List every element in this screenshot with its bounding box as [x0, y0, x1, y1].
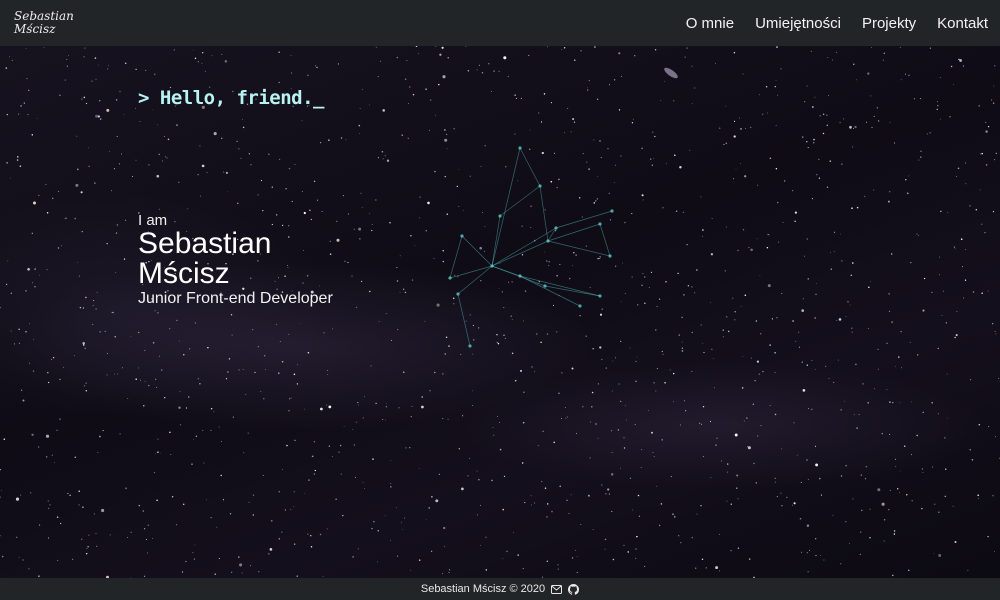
footer-copyright: Sebastian Mścisz © 2020 — [420, 583, 546, 595]
nav-link-umiejetnosci[interactable]: Umiejętności — [755, 15, 841, 32]
nav-link-projekty[interactable]: Projekty — [862, 15, 916, 32]
brand-line-2: Mścisz — [14, 22, 56, 36]
name-heading: Sebastian Mścisz — [138, 229, 333, 289]
envelope-icon[interactable] — [551, 584, 563, 594]
github-icon[interactable] — [568, 583, 580, 595]
intro-block: I am Sebastian Mścisz Junior Front-end D… — [138, 212, 333, 308]
greeting-text: > Hello, friend._ — [138, 87, 324, 109]
name-line-2: Mścisz — [138, 257, 230, 290]
brand-logo[interactable]: Sebastian Mścisz — [14, 10, 74, 36]
top-navbar: Sebastian Mścisz O mnie Umiejętności Pro… — [0, 0, 1000, 46]
constellation-graphic — [448, 146, 614, 348]
main-nav: O mnie Umiejętności Projekty Kontakt — [665, 0, 988, 46]
nav-link-o-mnie[interactable]: O mnie — [686, 15, 734, 32]
footer: Sebastian Mścisz © 2020 — [0, 578, 1000, 600]
nav-link-kontakt[interactable]: Kontakt — [937, 15, 988, 32]
name-line-1: Sebastian — [138, 227, 272, 260]
role-subtitle: Junior Front-end Developer — [138, 290, 333, 307]
hero-section: > Hello, friend._ I am Sebastian Mścisz … — [0, 46, 1000, 578]
